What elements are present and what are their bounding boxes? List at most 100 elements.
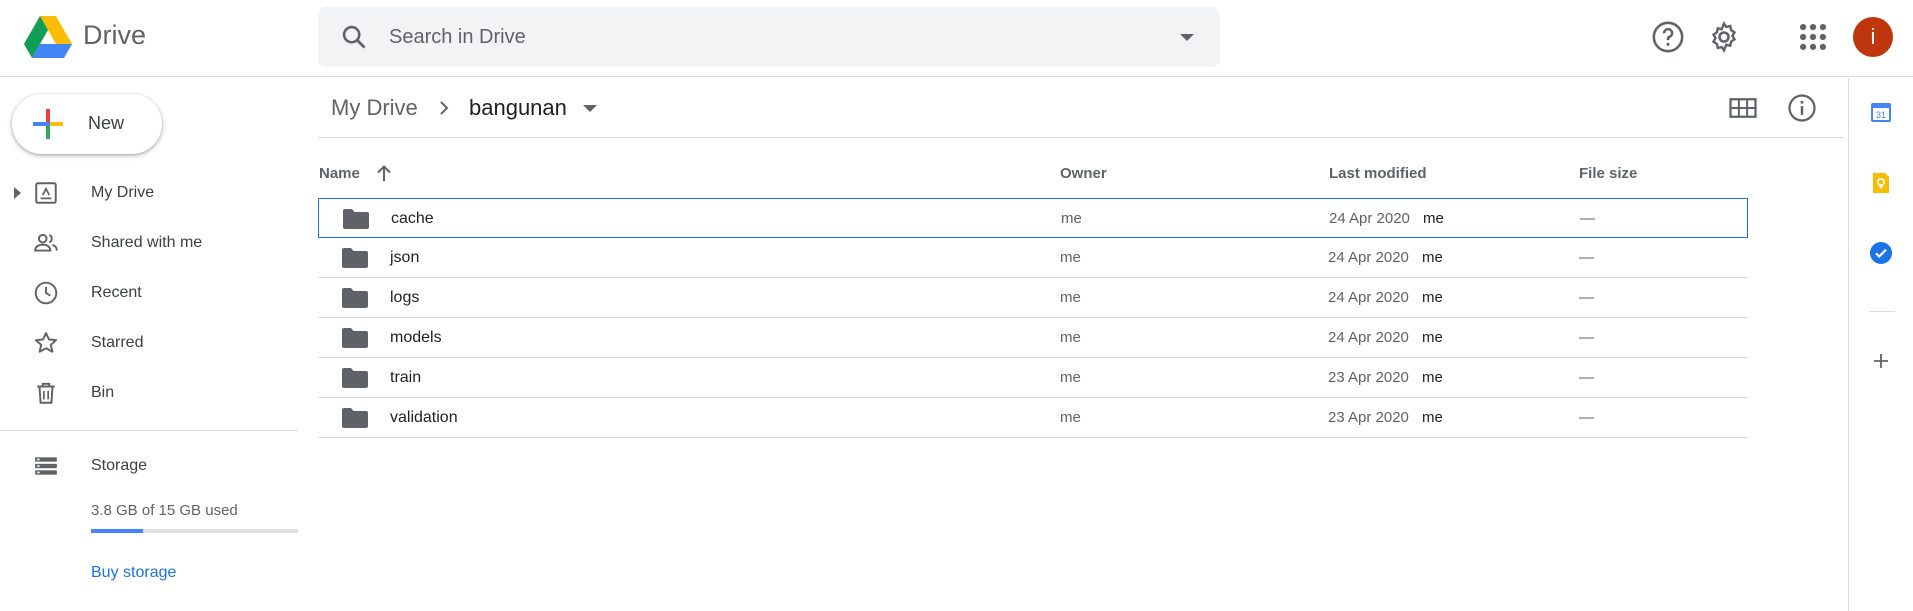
folder-icon <box>342 368 368 388</box>
storage-usage-text: 3.8 GB of 15 GB used <box>91 502 238 519</box>
folder-icon <box>342 248 368 268</box>
drive-logo-icon[interactable] <box>24 16 72 58</box>
star-icon <box>34 332 58 353</box>
sidebar-item-label: Recent <box>91 284 142 301</box>
sidebar-item-shared[interactable]: Shared with me <box>0 221 300 265</box>
file-modified-date: 24 Apr 2020 <box>1328 289 1409 306</box>
file-owner: me <box>1060 289 1081 306</box>
settings-icon[interactable] <box>1707 20 1741 54</box>
search-bar[interactable]: Search in Drive <box>318 7 1220 67</box>
file-modified-by: me <box>1422 249 1443 266</box>
help-icon[interactable] <box>1651 20 1685 54</box>
folder-icon <box>342 328 368 348</box>
add-addon-icon[interactable] <box>1869 349 1893 373</box>
storage-label: Storage <box>91 457 148 474</box>
sidebar-divider <box>0 430 298 431</box>
calendar-date-text: 31 <box>1876 110 1886 120</box>
column-header-last-modified[interactable]: Last modified <box>1329 165 1427 182</box>
file-modified-by: me <box>1422 329 1443 346</box>
top-bar: Drive Search in Drive i <box>0 0 1913 77</box>
sidebar-item-recent[interactable]: Recent <box>0 271 300 315</box>
column-header-name[interactable]: Name <box>319 165 360 182</box>
account-avatar[interactable]: i <box>1853 17 1893 57</box>
trash-icon <box>37 382 55 404</box>
file-name: cache <box>391 210 434 227</box>
file-modified-by: me <box>1422 409 1443 426</box>
file-size: — <box>1579 289 1594 306</box>
folder-menu-caret-icon[interactable] <box>583 105 597 112</box>
sidebar-item-bin[interactable]: Bin <box>0 371 300 415</box>
sidebar-item-storage[interactable]: Storage <box>0 444 300 488</box>
search-icon[interactable] <box>340 23 368 51</box>
folder-icon <box>343 209 369 229</box>
info-icon[interactable] <box>1787 93 1817 123</box>
new-button-label: New <box>88 113 125 133</box>
expand-arrow-icon[interactable] <box>14 187 21 199</box>
search-options-icon[interactable] <box>1180 34 1194 41</box>
table-row[interactable]: cache me 24 Apr 2020 me — <box>318 198 1748 238</box>
file-modified-date: 24 Apr 2020 <box>1328 249 1409 266</box>
file-size: — <box>1579 409 1594 426</box>
file-modified-by: me <box>1423 210 1444 227</box>
storage-progress-fill <box>91 529 144 533</box>
tasks-icon[interactable] <box>1869 241 1893 265</box>
folder-icon <box>342 288 368 308</box>
storage-icon <box>35 457 57 475</box>
file-owner: me <box>1060 249 1081 266</box>
file-name: models <box>390 329 442 346</box>
apps-grid-icon[interactable] <box>1796 20 1830 54</box>
file-list: cache me 24 Apr 2020 me — json me 24 Apr 2020 me… <box>318 198 1748 438</box>
search-input[interactable]: Search in Drive <box>389 26 526 49</box>
file-name: json <box>390 249 420 266</box>
storage-progress-bar <box>91 529 298 533</box>
table-row[interactable]: validation me 23 Apr 2020 me — <box>318 398 1748 438</box>
folder-icon <box>342 408 368 428</box>
file-owner: me <box>1060 369 1081 386</box>
column-header-file-size[interactable]: File size <box>1579 165 1637 182</box>
side-panel-divider <box>1869 311 1895 312</box>
side-panel: 31 <box>1848 78 1913 611</box>
clock-icon <box>34 281 58 305</box>
sidebar-item-label: Starred <box>91 334 144 351</box>
sidebar-item-label: Bin <box>91 384 115 401</box>
plus-icon <box>33 109 63 139</box>
grid-view-icon[interactable] <box>1728 93 1758 123</box>
file-size: — <box>1579 329 1594 346</box>
buy-storage-link[interactable]: Buy storage <box>91 564 176 582</box>
table-row[interactable]: logs me 24 Apr 2020 me — <box>318 278 1748 318</box>
calendar-icon[interactable]: 31 <box>1869 100 1893 124</box>
app-name[interactable]: Drive <box>83 20 146 51</box>
file-modified-date: 24 Apr 2020 <box>1328 329 1409 346</box>
file-modified-date: 24 Apr 2020 <box>1329 210 1410 227</box>
new-button[interactable]: New <box>12 94 162 154</box>
file-owner: me <box>1060 329 1081 346</box>
table-row[interactable]: train me 23 Apr 2020 me — <box>318 358 1748 398</box>
breadcrumb-root[interactable]: My Drive <box>331 95 418 121</box>
file-size: — <box>1580 210 1595 227</box>
shared-icon <box>34 233 58 252</box>
my-drive-icon <box>35 182 57 204</box>
table-row[interactable]: json me 24 Apr 2020 me — <box>318 238 1748 278</box>
file-owner: me <box>1060 409 1081 426</box>
chevron-right-icon <box>440 101 449 115</box>
file-size: — <box>1579 369 1594 386</box>
file-name: logs <box>390 289 420 306</box>
column-header-owner[interactable]: Owner <box>1060 165 1107 182</box>
file-modified-by: me <box>1422 369 1443 386</box>
keep-icon[interactable] <box>1869 171 1893 195</box>
sidebar-item-label: Shared with me <box>91 234 203 251</box>
sidebar-item-label: My Drive <box>91 184 155 201</box>
table-row[interactable]: models me 24 Apr 2020 me — <box>318 318 1748 358</box>
file-modified-date: 23 Apr 2020 <box>1328 409 1409 426</box>
file-name: validation <box>390 409 458 426</box>
file-owner: me <box>1061 210 1082 227</box>
sort-ascending-icon[interactable] <box>375 163 393 183</box>
file-name: train <box>390 369 422 386</box>
file-modified-date: 23 Apr 2020 <box>1328 369 1409 386</box>
sidebar-item-my-drive[interactable]: My Drive <box>0 171 300 215</box>
file-size: — <box>1579 249 1594 266</box>
breadcrumb-current-folder[interactable]: bangunan <box>469 95 567 121</box>
file-modified-by: me <box>1422 289 1443 306</box>
breadcrumb: My Drive bangunan <box>318 78 1844 138</box>
sidebar-item-starred[interactable]: Starred <box>0 321 300 365</box>
